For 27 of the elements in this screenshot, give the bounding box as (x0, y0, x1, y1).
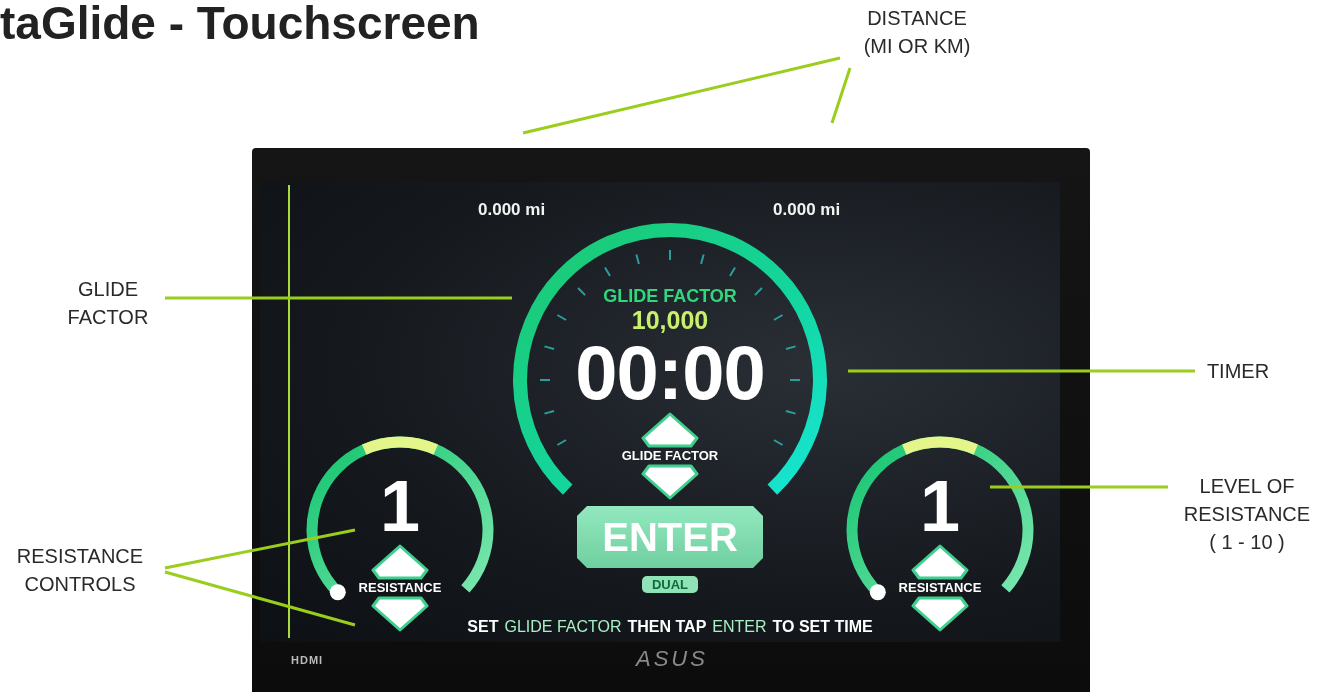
decrease-glide-button[interactable] (641, 464, 699, 500)
increase-resistance-button[interactable] (911, 544, 969, 580)
distance-reading: 0.000 mi (478, 200, 546, 220)
increase-resistance-button[interactable] (371, 544, 429, 580)
increase-glide-button[interactable] (641, 412, 699, 448)
timer-display: 00:00 (575, 334, 765, 412)
resistance-level: 1 (379, 470, 420, 542)
resistance-label: RESISTANCE (898, 580, 982, 596)
glide-factor-value: 10,000 (631, 306, 709, 334)
decrease-resistance-button[interactable] (911, 596, 969, 632)
page-title: taGlide - Touchscreen (0, 0, 480, 46)
resistance-label: RESISTANCE (358, 580, 442, 596)
glide-factor-control-label: GLIDE FACTOR (621, 448, 719, 464)
callout-label: LEVEL OF RESISTANCE ( 1 - 10 ) (1182, 474, 1312, 555)
mode-badge: DUAL (641, 576, 699, 593)
decrease-resistance-button[interactable] (371, 596, 429, 632)
callout-label: RESISTANCE CONTROLS (15, 544, 145, 597)
callout-label: GLIDE FACTOR (66, 277, 150, 330)
bezel-logo: HDMI (291, 654, 324, 666)
instruction-text: SET GLIDE FACTOR THEN TAP ENTER TO SET TIME (467, 618, 873, 636)
resistance-level: 1 (919, 470, 960, 542)
enter-button[interactable]: ENTER (577, 506, 763, 568)
brand-logo: ASUS (636, 646, 708, 672)
distance-reading: 0.000 mi (773, 200, 841, 220)
callout-label: DISTANCE (MI OR KM) (862, 6, 972, 59)
callout-label: TIMER (1205, 359, 1271, 384)
glide-factor-label: GLIDE FACTOR (603, 286, 737, 306)
